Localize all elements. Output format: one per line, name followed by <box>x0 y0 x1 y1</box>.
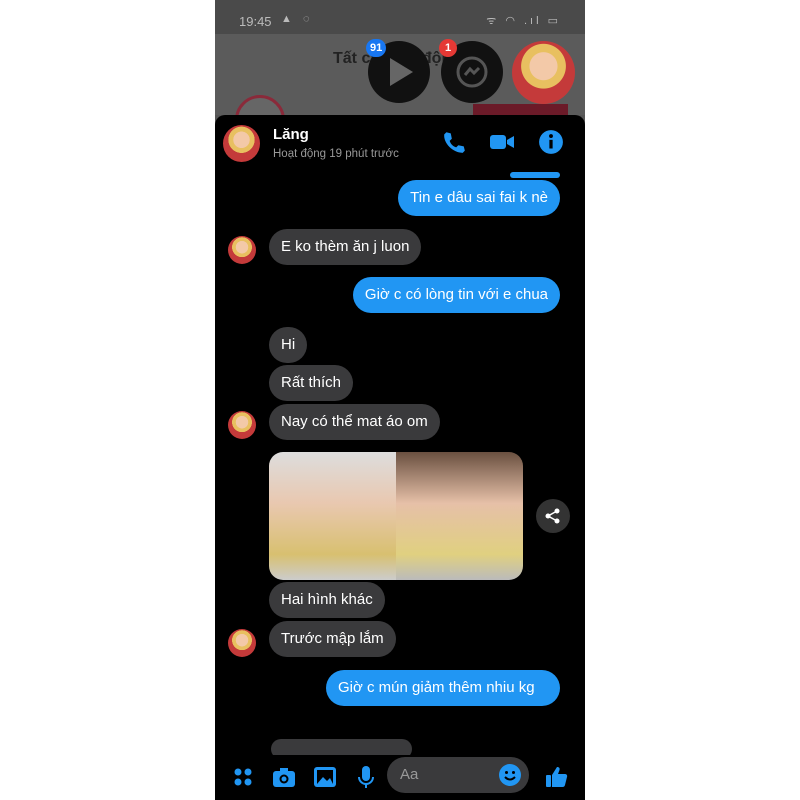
message-incoming[interactable]: Nay có thể mat áo om <box>269 404 440 440</box>
notification-badge: 91 <box>366 39 387 57</box>
microphone-icon[interactable] <box>354 765 378 789</box>
composer-bar: Aa <box>215 755 585 800</box>
phone-screen: 19:45 ▲ ◌ ᯤ ◠ .ıl ▭ Tất cả hoạt động 91 … <box>215 0 585 800</box>
video-call-icon[interactable] <box>489 129 515 155</box>
chat-head-video[interactable]: 91 <box>366 39 430 103</box>
share-button[interactable] <box>536 499 570 533</box>
message-incoming[interactable]: Hi <box>269 327 308 363</box>
warning-icon: ▲ ◌ <box>281 13 314 25</box>
share-icon <box>545 508 560 524</box>
chat-panel: Lăng Hoạt động 19 phút trước Tin e dâu s… <box>215 115 585 800</box>
message-outgoing[interactable]: Giờ c mún giảm thêm nhiu kg <box>326 670 560 706</box>
notification-badge: 1 <box>439 39 457 57</box>
contact-avatar-small <box>228 411 256 439</box>
message-bubble-partial <box>510 172 560 178</box>
status-time: 19:45 <box>239 14 272 29</box>
photo-attachment[interactable] <box>269 452 523 580</box>
message-input-placeholder: Aa <box>400 766 419 783</box>
message-incoming[interactable]: Rất thích <box>269 365 354 401</box>
info-icon[interactable] <box>538 129 564 155</box>
message-outgoing[interactable]: Tin e dâu sai fai k nè <box>398 180 560 216</box>
phone-call-icon[interactable] <box>441 129 467 155</box>
chat-head-messenger[interactable]: 1 <box>439 39 503 103</box>
emoji-icon[interactable] <box>498 763 522 787</box>
contact-avatar[interactable] <box>223 125 260 162</box>
chat-head-avatar[interactable] <box>512 41 575 104</box>
message-incoming[interactable]: Trước mập lắm <box>269 621 396 657</box>
contact-name[interactable]: Lăng <box>273 126 309 143</box>
gallery-icon[interactable] <box>313 765 337 789</box>
message-outgoing[interactable]: Giờ c có lòng tin với e chua <box>352 277 560 313</box>
message-incoming[interactable]: E ko thèm ăn j luon <box>269 229 422 265</box>
signal-battery-icon: ᯤ ◠ .ıl ▭ <box>486 15 561 27</box>
message-input[interactable]: Aa <box>387 757 529 793</box>
message-incoming[interactable]: Hai hình khác <box>269 582 385 618</box>
contact-avatar-small <box>228 629 256 657</box>
camera-icon[interactable] <box>272 765 296 789</box>
status-bar: 19:45 ▲ ◌ ᯤ ◠ .ıl ▭ <box>215 0 585 34</box>
thumbs-up-icon[interactable] <box>545 765 569 789</box>
contact-status: Hoạt động 19 phút trước <box>273 148 399 160</box>
contact-avatar-small <box>228 236 256 264</box>
apps-menu-icon[interactable] <box>231 765 255 789</box>
